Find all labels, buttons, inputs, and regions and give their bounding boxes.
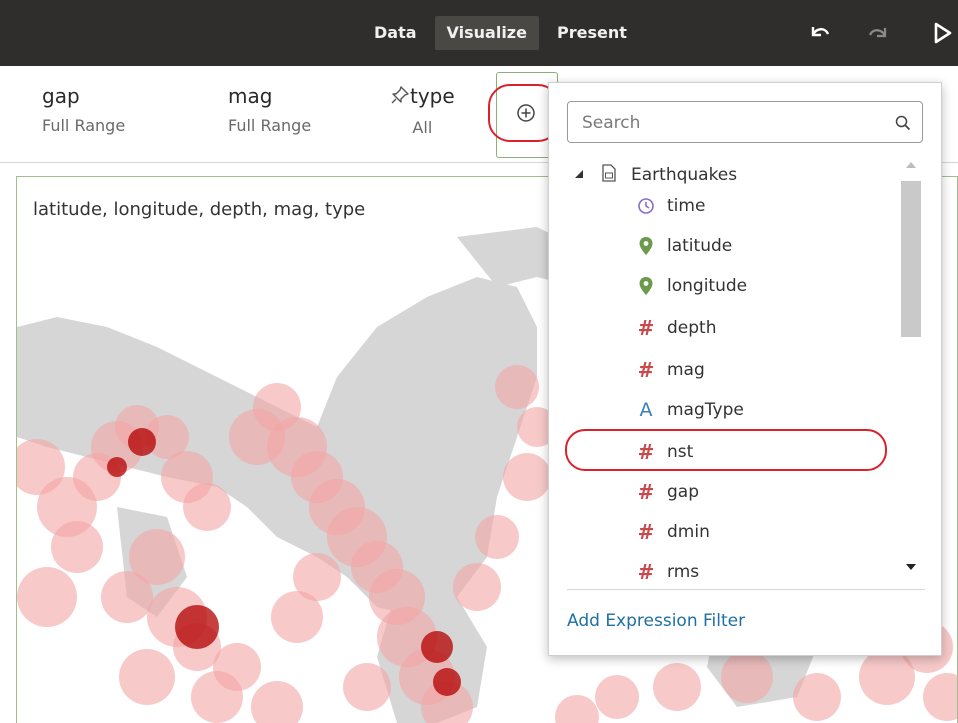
field-label: rms [667, 562, 700, 582]
field-label: longitude [667, 276, 748, 296]
field-item-magtype[interactable]: A magType [635, 395, 744, 425]
quake-bubble-dense[interactable] [421, 631, 453, 663]
add-expression-filter-link[interactable]: Add Expression Filter [567, 611, 745, 631]
expand-triangle-icon[interactable] [573, 165, 587, 185]
divider [567, 589, 925, 590]
field-label: time [667, 196, 706, 216]
field-label: latitude [667, 236, 733, 256]
field-item-dmin[interactable]: # dmin [635, 517, 710, 547]
filter-name: type [410, 84, 455, 108]
attribute-a-icon: A [639, 399, 653, 421]
quake-bubble[interactable] [923, 673, 957, 721]
field-label: mag [667, 360, 705, 380]
quake-bubble[interactable] [251, 681, 303, 723]
quake-bubble[interactable] [503, 453, 551, 501]
quake-bubble-dense[interactable] [175, 605, 219, 649]
quake-bubble[interactable] [51, 521, 103, 573]
search-input[interactable] [580, 110, 884, 136]
scroll-up-icon [906, 162, 916, 168]
undo-icon[interactable] [804, 18, 834, 48]
quake-bubble[interactable] [17, 567, 77, 627]
field-item-time[interactable]: time [635, 191, 705, 221]
field-item-depth[interactable]: # depth [635, 313, 717, 343]
field-item-mag[interactable]: # mag [635, 355, 705, 385]
quake-bubble-dense[interactable] [128, 428, 156, 456]
filter-name: gap [42, 84, 80, 108]
field-item-longitude[interactable]: longitude [635, 271, 747, 301]
quake-bubble[interactable] [101, 571, 153, 623]
filter-mag[interactable]: mag Full Range [228, 84, 311, 135]
hash-icon: # [637, 480, 655, 504]
pin-icon[interactable] [390, 85, 410, 110]
quake-bubble[interactable] [343, 663, 391, 711]
tab-data[interactable]: Data [362, 16, 429, 50]
filter-value: Full Range [228, 116, 312, 135]
redo-icon[interactable] [864, 18, 894, 48]
top-toolbar: Data Visualize Present [0, 0, 958, 66]
filter-value: All [412, 118, 433, 137]
filter-gap[interactable]: gap Full Range [42, 84, 125, 135]
dataset-label: Earthquakes [631, 165, 738, 185]
hash-icon: # [637, 358, 655, 382]
quake-bubble[interactable] [271, 591, 323, 643]
play-icon[interactable] [928, 18, 958, 48]
tab-visualize[interactable]: Visualize [434, 16, 539, 50]
field-item-gap[interactable]: # gap [635, 477, 699, 507]
quake-bubble[interactable] [721, 651, 773, 703]
quake-bubble[interactable] [595, 675, 639, 719]
clock-icon [635, 195, 657, 217]
tab-present[interactable]: Present [545, 16, 639, 50]
quake-bubble-dense[interactable] [433, 668, 461, 696]
quake-bubble[interactable] [453, 563, 501, 611]
field-label: gap [667, 482, 699, 502]
field-label: dmin [667, 522, 710, 542]
quake-bubble[interactable] [793, 673, 841, 721]
filter-name: mag [228, 84, 273, 108]
field-item-latitude[interactable]: latitude [635, 231, 732, 261]
field-label: magType [667, 400, 744, 420]
mode-tabs: Data Visualize Present [362, 16, 639, 50]
quake-bubble[interactable] [495, 365, 539, 409]
location-pin-icon [635, 275, 657, 297]
field-tree: Earthquakes time latitude longitude # de… [549, 153, 899, 583]
quake-bubble[interactable] [475, 515, 519, 559]
filter-type[interactable]: type All [390, 84, 455, 137]
search-icon[interactable] [894, 114, 912, 132]
field-picker-popup: Earthquakes time latitude longitude # de… [548, 82, 942, 656]
dataset-node[interactable]: Earthquakes [573, 161, 737, 189]
filter-name-row: type [390, 84, 455, 110]
search-field[interactable] [567, 101, 923, 143]
scroll-down-icon [906, 564, 916, 570]
visualization-title: latitude, longitude, depth, mag, type [33, 199, 366, 220]
hash-icon: # [637, 520, 655, 544]
location-pin-icon [635, 235, 657, 257]
filter-value: Full Range [42, 116, 126, 135]
dataset-icon [601, 163, 621, 187]
quake-bubble[interactable] [653, 663, 701, 711]
hash-icon: # [637, 316, 655, 340]
quake-bubble[interactable] [119, 649, 175, 705]
quake-bubble[interactable] [213, 643, 261, 691]
quake-bubble[interactable] [555, 695, 599, 723]
quake-bubble-dense[interactable] [107, 457, 127, 477]
field-label: depth [667, 318, 717, 338]
hash-icon: # [637, 560, 655, 583]
scrollbar-thumb[interactable] [901, 181, 921, 337]
field-item-rms[interactable]: # rms [635, 557, 700, 583]
highlight-ring-nst [565, 429, 887, 471]
quake-bubble[interactable] [183, 483, 231, 531]
